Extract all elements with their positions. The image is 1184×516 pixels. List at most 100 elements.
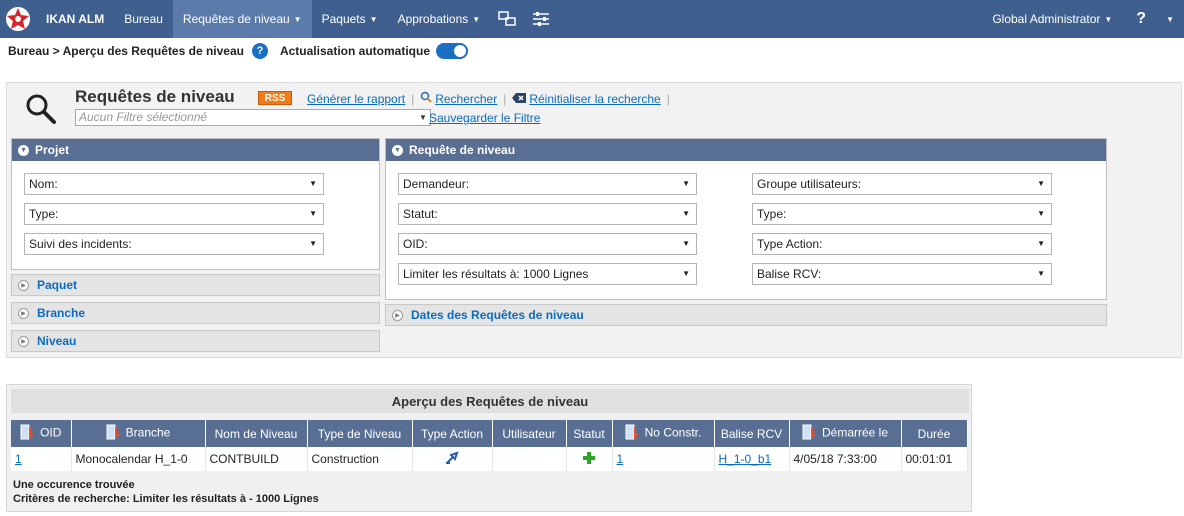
rss-icon[interactable]: RSS — [258, 91, 292, 105]
search-panel: Requêtes de niveau RSS Générer le rappor… — [6, 82, 1182, 358]
requete-title: Requête de niveau — [409, 143, 516, 157]
column-header-type-action[interactable]: Type Action — [412, 420, 493, 447]
user-menu[interactable]: Global Administrator ▼ — [982, 0, 1122, 38]
rcv-tag-select[interactable]: Balise RCV: ▼ — [752, 263, 1052, 285]
chevron-down-icon: ▼ — [1104, 14, 1113, 24]
chevron-down-icon: ▼ — [309, 209, 317, 218]
column-header-branche[interactable]: Branche — [71, 420, 206, 447]
cell-type-action — [412, 447, 493, 471]
column-header-label: Durée — [917, 426, 951, 441]
select-label: Suivi des incidents: — [29, 237, 132, 251]
column-header-label: Branche — [125, 425, 171, 440]
column-header-oid[interactable]: OID — [11, 420, 72, 447]
paquet-section-header[interactable]: ▶ Paquet — [11, 274, 380, 296]
filter-select[interactable]: Aucun Filtre sélectionné ▼ — [75, 109, 431, 126]
oid-link[interactable]: 1 — [15, 452, 22, 466]
reset-search-link[interactable]: Réinitialiser la recherche — [529, 92, 660, 106]
select-label: Nom: — [29, 177, 58, 191]
cell-no-constr: 1 — [612, 447, 715, 471]
nav-requetes-de-niveau[interactable]: Requêtes de niveau ▼ — [172, 0, 312, 38]
select-label: Balise RCV: — [757, 267, 822, 281]
help-icon[interactable]: ? — [251, 43, 268, 59]
projet-suivi-select[interactable]: Suivi des incidents: ▼ — [24, 233, 324, 255]
user-group-select[interactable]: Groupe utilisateurs: ▼ — [752, 173, 1052, 195]
expand-icon: ▶ — [392, 309, 403, 321]
more-menu[interactable]: ▼ — [1152, 0, 1184, 38]
select-label: Type Action: — [757, 237, 823, 251]
column-header-nom-niveau[interactable]: Nom de Niveau — [205, 420, 308, 447]
clear-icon — [512, 92, 527, 106]
nav-requetes-label: Requêtes de niveau — [182, 12, 290, 26]
build-action-icon — [445, 450, 459, 468]
sort-icon — [625, 424, 639, 443]
column-header-balise-rcv[interactable]: Balise RCV — [714, 420, 790, 447]
settings-sliders-icon[interactable] — [524, 0, 558, 38]
sort-icon — [20, 424, 34, 443]
demandeur-select[interactable]: Demandeur: ▼ — [398, 173, 697, 195]
type-action-select[interactable]: Type Action: ▼ — [752, 233, 1052, 255]
projet-nom-select[interactable]: Nom: ▼ — [24, 173, 324, 195]
nav-paquets[interactable]: Paquets ▼ — [312, 0, 388, 38]
statut-select[interactable]: Statut: ▼ — [398, 203, 697, 225]
type-select[interactable]: Type: ▼ — [752, 203, 1052, 225]
branche-section-header[interactable]: ▶ Branche — [11, 302, 380, 324]
column-header-duree[interactable]: Durée — [901, 420, 968, 447]
table-row: 1 Monocalendar H_1-0 CONTBUILD Construct… — [11, 447, 968, 471]
page-title: Requêtes de niveau — [75, 87, 235, 106]
success-plus-icon — [582, 451, 596, 468]
breadcrumb: Bureau > Aperçu des Requêtes de niveau ?… — [0, 38, 1184, 64]
results-panel: Aperçu des Requêtes de niveau OID Branch… — [6, 384, 972, 512]
generate-report-link[interactable]: Générer le rapport — [307, 92, 405, 106]
collapse-icon: ▼ — [392, 144, 403, 156]
column-header-label: Démarrée le — [821, 425, 889, 440]
nav-bureau-label: Bureau — [124, 12, 163, 26]
limit-results-select[interactable]: Limiter les résultats à: 1000 Lignes ▼ — [398, 263, 697, 285]
chevron-down-icon: ▼ — [682, 179, 690, 188]
results-table: OID Branche Nom de Niveau Type de Niveau… — [11, 420, 968, 471]
build-number-link[interactable]: 1 — [617, 452, 624, 466]
auto-refresh-toggle[interactable] — [436, 43, 468, 59]
chevron-down-icon: ▼ — [682, 239, 690, 248]
chevron-down-icon: ▼ — [682, 209, 690, 218]
column-header-demarree[interactable]: Démarrée le — [789, 420, 902, 447]
niveau-section-header[interactable]: ▶ Niveau — [11, 330, 380, 352]
monitor-icon[interactable] — [490, 0, 524, 38]
column-header-no-constr[interactable]: No Constr. — [612, 420, 715, 447]
oid-select[interactable]: OID: ▼ — [398, 233, 697, 255]
help-icon[interactable]: ? — [1122, 10, 1152, 28]
chevron-down-icon: ▼ — [1166, 14, 1174, 24]
chevron-down-icon: ▼ — [682, 269, 690, 278]
column-header-utilisateur[interactable]: Utilisateur — [492, 420, 567, 447]
cell-balise-rcv: H_1-0_b1 — [714, 447, 790, 471]
brand-name: IKAN ALM — [46, 12, 105, 26]
dates-section-header[interactable]: ▶ Dates des Requêtes de niveau — [385, 304, 1107, 326]
filter-placeholder: Aucun Filtre sélectionné — [79, 110, 208, 124]
chevron-down-icon: ▼ — [369, 14, 378, 24]
column-header-statut[interactable]: Statut — [566, 420, 613, 447]
divider: | — [411, 91, 415, 106]
nav-bureau[interactable]: Bureau — [114, 0, 173, 38]
paquet-title: Paquet — [37, 278, 78, 292]
column-header-type-niveau[interactable]: Type de Niveau — [307, 420, 413, 447]
cell-statut — [566, 447, 613, 471]
save-filter-link[interactable]: Sauvegarder le Filtre — [429, 111, 540, 125]
cell-oid: 1 — [11, 447, 72, 471]
rcv-tag-link[interactable]: H_1-0_b1 — [719, 452, 772, 466]
projet-type-select[interactable]: Type: ▼ — [24, 203, 324, 225]
column-header-label: Balise RCV — [720, 426, 783, 441]
column-header-label: Statut — [573, 426, 605, 441]
nav-paquets-label: Paquets — [321, 12, 366, 26]
sort-icon — [802, 424, 816, 443]
nav-approbations[interactable]: Approbations ▼ — [388, 0, 491, 38]
select-label: Demandeur: — [403, 177, 470, 191]
cell-utilisateur — [492, 447, 567, 471]
projet-section-header[interactable]: ▼ Projet — [12, 139, 379, 161]
breadcrumb-text: Bureau > Aperçu des Requêtes de niveau — [8, 44, 244, 58]
column-header-label: Nom de Niveau — [214, 426, 298, 441]
ikan-logo-icon[interactable] — [0, 0, 36, 38]
chevron-down-icon: ▼ — [1037, 179, 1045, 188]
select-label: Groupe utilisateurs: — [757, 177, 862, 191]
requete-section-header[interactable]: ▼ Requête de niveau — [386, 139, 1106, 161]
chevron-down-icon: ▼ — [293, 14, 302, 24]
search-link[interactable]: Rechercher — [435, 92, 497, 106]
